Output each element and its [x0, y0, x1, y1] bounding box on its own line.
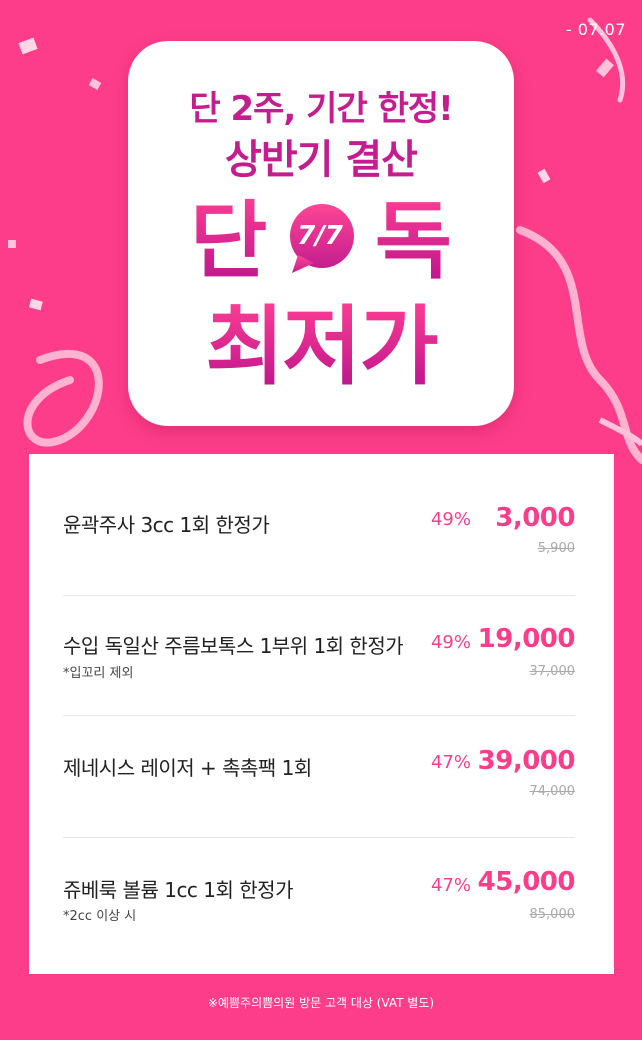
item-name: 제네시스 레이저 + 촉촉팩 1회 [63, 756, 312, 780]
list-item[interactable]: 쥬베룩 볼륨 1cc 1회 한정가 *2cc 이상 시 47% 45,000 8… [63, 863, 576, 983]
divider [63, 715, 575, 716]
list-item[interactable]: 윤곽주사 3cc 1회 한정가 49% 3,000 5,900 [63, 499, 575, 619]
item-price: 19,000 [477, 624, 576, 654]
item-note: *입꼬리 제외 [63, 666, 134, 681]
item-name: 쥬베룩 볼륨 1cc 1회 한정가 [63, 878, 293, 902]
item-original-price: 5,900 [537, 541, 575, 556]
item-name: 윤곽주사 3cc 1회 한정가 [63, 513, 270, 537]
item-note: *2cc 이상 시 [63, 909, 137, 924]
item-original-price: 85,000 [529, 907, 576, 922]
list-item[interactable]: 수입 독일산 주름보톡스 1부위 1회 한정가 *입꼬리 제외 49% 19,0… [63, 620, 576, 740]
item-name: 수입 독일산 주름보톡스 1부위 1회 한정가 [63, 634, 404, 658]
item-discount: 49% [430, 509, 471, 530]
item-price: 39,000 [477, 746, 576, 776]
hero-card: 단 2주, 기간 한정! 상반기 결산 단 7/7 독 최저가 [128, 41, 514, 426]
footer-disclaimer: ※예쁨주의쁨의원 방문 고객 대상 (VAT 별도) [207, 996, 435, 1010]
item-price: 3,000 [495, 503, 575, 533]
badge-text: 7/7 [297, 221, 343, 251]
hero-big-left: 단 [190, 192, 268, 290]
item-original-price: 74,000 [529, 784, 576, 799]
item-discount: 49% [430, 632, 471, 653]
hero-title: 상반기 결산 [225, 137, 418, 183]
divider [63, 837, 575, 838]
item-discount: 47% [430, 752, 471, 773]
divider [63, 595, 575, 596]
list-item[interactable]: 제네시스 레이저 + 촉촉팩 1회 47% 39,000 74,000 [63, 742, 576, 862]
hero-big-right: 독 [374, 192, 452, 290]
hero-headline: 최저가 [128, 297, 514, 397]
event-date: - 07.07 [565, 20, 626, 39]
item-original-price: 37,000 [529, 664, 576, 679]
item-discount: 47% [430, 875, 471, 896]
item-price: 45,000 [477, 867, 576, 897]
hero-subtitle: 단 2주, 기간 한정! [189, 89, 453, 129]
price-list: 윤곽주사 3cc 1회 한정가 49% 3,000 5,900 수입 독일산 주… [29, 454, 614, 974]
